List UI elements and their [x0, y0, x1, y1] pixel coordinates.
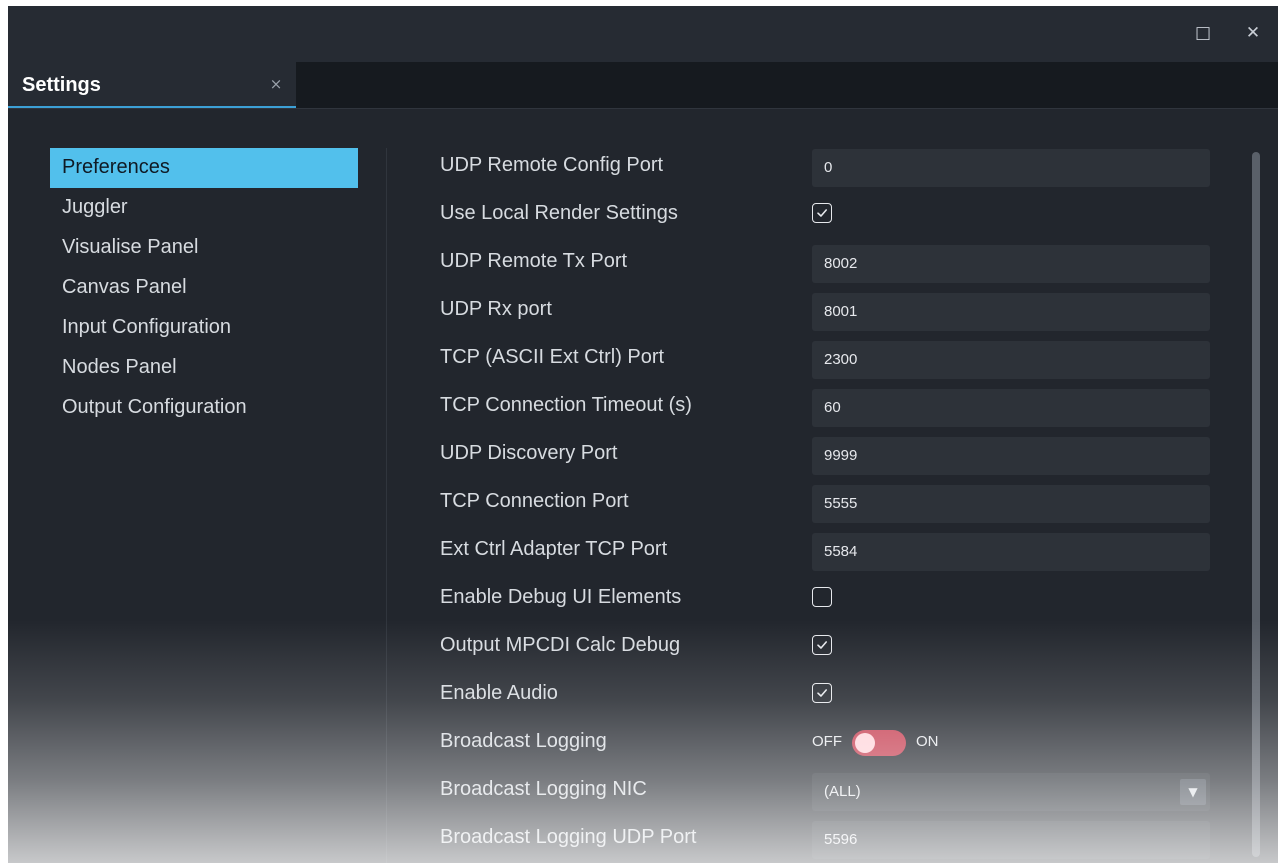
sidebar-item-visualise-panel[interactable]: Visualise Panel [50, 228, 358, 268]
output-mpcdi-calc-debug-checkbox[interactable] [812, 635, 832, 655]
toggle-on-label: ON [916, 733, 939, 750]
udp-discovery-port-input[interactable]: 9999 [812, 437, 1210, 475]
udp-remote-tx-port-label: UDP Remote Tx Port [440, 250, 628, 272]
close-window-button[interactable]: ✕ [1240, 20, 1266, 46]
enable-debug-ui-elements-label: Enable Debug UI Elements [440, 586, 682, 608]
sidebar-item-nodes-panel[interactable]: Nodes Panel [50, 348, 358, 388]
broadcast-logging-udp-port-label: Broadcast Logging UDP Port [440, 826, 697, 848]
vertical-scrollbar[interactable] [1252, 152, 1260, 857]
toggle-knob [855, 733, 875, 753]
checkmark-icon [817, 689, 827, 697]
udp-remote-config-port-label: UDP Remote Config Port [440, 154, 664, 176]
enable-debug-ui-elements-checkbox[interactable] [812, 587, 832, 607]
udp-discovery-port-label: UDP Discovery Port [440, 442, 618, 464]
udp-rx-port-input[interactable]: 8001 [812, 293, 1210, 331]
setting-row: TCP (ASCII Ext Ctrl) Port 2300 [438, 336, 1213, 384]
use-local-render-settings-checkbox[interactable] [812, 203, 832, 223]
output-mpcdi-calc-debug-label: Output MPCDI Calc Debug [440, 634, 681, 656]
maximize-icon: □ [1194, 23, 1212, 43]
udp-remote-tx-port-input[interactable]: 8002 [812, 245, 1210, 283]
enable-audio-label: Enable Audio [440, 682, 558, 704]
setting-row: UDP Remote Config Port 0 [438, 144, 1213, 192]
sidebar-item-output-configuration[interactable]: Output Configuration [50, 388, 358, 428]
setting-row: Ext Ctrl Adapter TCP Port 5584 [438, 528, 1213, 576]
setting-row: UDP Remote Tx Port 8002 [438, 240, 1213, 288]
tab-close-icon[interactable]: × [266, 74, 286, 94]
setting-row: UDP Discovery Port 9999 [438, 432, 1213, 480]
udp-rx-port-label: UDP Rx port [440, 298, 552, 320]
maximize-button[interactable]: □ [1190, 20, 1216, 46]
setting-row: Enable Debug UI Elements [438, 576, 1213, 624]
use-local-render-settings-label: Use Local Render Settings [440, 202, 678, 224]
tab-settings[interactable]: Settings × [8, 62, 296, 108]
settings-sidebar: Preferences Juggler Visualise Panel Canv… [50, 148, 358, 428]
tcp-connection-port-input[interactable]: 5555 [812, 485, 1210, 523]
broadcast-logging-label: Broadcast Logging [440, 730, 607, 752]
panel-divider [386, 148, 387, 863]
ext-ctrl-adapter-tcp-port-label: Ext Ctrl Adapter TCP Port [440, 538, 668, 560]
sidebar-item-canvas-panel[interactable]: Canvas Panel [50, 268, 358, 308]
checkmark-icon [817, 209, 827, 217]
toggle-off-label: OFF [812, 733, 842, 750]
title-bar: □ ✕ [8, 6, 1278, 62]
tcp-connection-port-label: TCP Connection Port [440, 490, 629, 512]
close-icon: ✕ [1245, 23, 1261, 43]
broadcast-logging-toggle[interactable] [852, 730, 906, 756]
setting-row: TCP Connection Port 5555 [438, 480, 1213, 528]
setting-row: Output MPCDI Calc Debug [438, 624, 1213, 672]
tcp-ascii-ext-ctrl-port-label: TCP (ASCII Ext Ctrl) Port [440, 346, 665, 368]
checkmark-icon [817, 641, 827, 649]
setting-row: TCP Connection Timeout (s) 60 [438, 384, 1213, 432]
setting-row: Broadcast Logging OFF ON [438, 720, 1213, 768]
setting-row: Enable Audio [438, 672, 1213, 720]
sidebar-item-input-configuration[interactable]: Input Configuration [50, 308, 358, 348]
select-value: (ALL) [824, 783, 861, 800]
tab-label: Settings [22, 74, 101, 96]
udp-remote-config-port-input[interactable]: 0 [812, 149, 1210, 187]
sidebar-item-preferences[interactable]: Preferences [50, 148, 358, 188]
setting-row: Broadcast Logging UDP Port 5596 [438, 816, 1213, 863]
sidebar-item-juggler[interactable]: Juggler [50, 188, 358, 228]
tcp-connection-timeout-label: TCP Connection Timeout (s) [440, 394, 692, 416]
settings-window: □ ✕ Settings × Preferences Juggler Visua… [8, 6, 1278, 863]
chevron-down-icon[interactable]: ▼ [1180, 779, 1206, 805]
enable-audio-checkbox[interactable] [812, 683, 832, 703]
tcp-connection-timeout-input[interactable]: 60 [812, 389, 1210, 427]
setting-row: Use Local Render Settings [438, 192, 1213, 240]
tab-strip: Settings × [8, 62, 1278, 109]
preferences-panel: UDP Remote Config Port 0 Use Local Rende… [438, 144, 1213, 863]
broadcast-logging-nic-label: Broadcast Logging NIC [440, 778, 647, 800]
ext-ctrl-adapter-tcp-port-input[interactable]: 5584 [812, 533, 1210, 571]
setting-row: Broadcast Logging NIC (ALL) ▼ [438, 768, 1213, 816]
broadcast-logging-udp-port-input[interactable]: 5596 [812, 821, 1210, 859]
broadcast-logging-nic-select[interactable]: (ALL) ▼ [812, 773, 1210, 811]
setting-row: UDP Rx port 8001 [438, 288, 1213, 336]
tcp-ascii-ext-ctrl-port-input[interactable]: 2300 [812, 341, 1210, 379]
